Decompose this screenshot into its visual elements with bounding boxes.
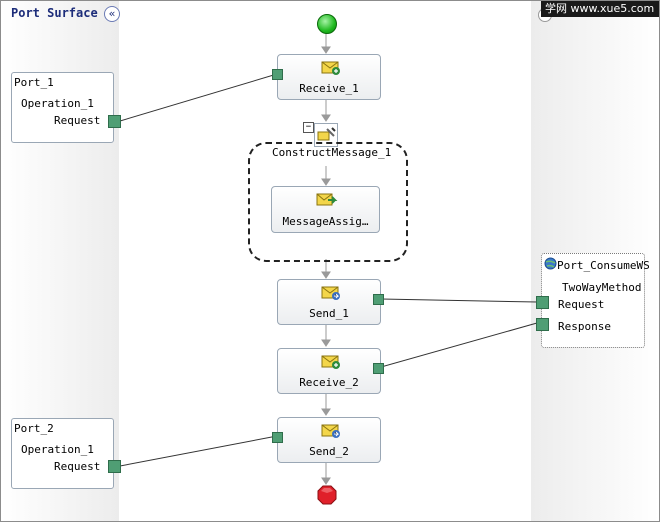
construct-message-label: ConstructMessage_1 bbox=[272, 146, 392, 159]
message-assignment-icon bbox=[316, 193, 338, 206]
receive-envelope-icon bbox=[321, 355, 340, 369]
orchestration-designer: Port Surface « 学网 www.xue5.com Port_1 Op… bbox=[0, 0, 660, 522]
send-2-port-connector[interactable] bbox=[272, 432, 283, 443]
port-binding-line bbox=[380, 322, 538, 368]
receive-1-port-connector[interactable] bbox=[272, 69, 283, 80]
port-2-request-connector[interactable] bbox=[108, 460, 121, 473]
start-shape[interactable] bbox=[317, 14, 337, 34]
port-request: Request bbox=[558, 298, 605, 311]
flow-arrow-head bbox=[321, 114, 331, 122]
receive-1-shape[interactable]: Receive_1 bbox=[277, 54, 381, 100]
send-envelope-icon bbox=[321, 286, 340, 300]
port-operation: Operation_1 bbox=[21, 97, 94, 110]
port-name: Port_1 bbox=[14, 76, 54, 89]
port-binding-line bbox=[119, 435, 278, 467]
port-operation: TwoWayMethod bbox=[562, 281, 642, 294]
port-consumews-response-connector[interactable] bbox=[536, 318, 549, 331]
receive-envelope-icon bbox=[321, 61, 340, 75]
port-consumews-request-connector[interactable] bbox=[536, 296, 549, 309]
stop-shape[interactable] bbox=[317, 485, 337, 505]
receive-2-shape[interactable]: Receive_2 bbox=[277, 348, 381, 394]
port-binding-line bbox=[380, 298, 538, 303]
send-envelope-icon bbox=[321, 424, 340, 438]
port-operation: Operation_1 bbox=[21, 443, 94, 456]
port-1-request-connector[interactable] bbox=[108, 115, 121, 128]
send-1-shape[interactable]: Send_1 bbox=[277, 279, 381, 325]
send-1-port-connector[interactable] bbox=[373, 294, 384, 305]
port-binding-line bbox=[119, 73, 278, 122]
shape-label: Receive_2 bbox=[299, 376, 359, 389]
receive-2-port-connector[interactable] bbox=[373, 363, 384, 374]
port-message: Request bbox=[54, 460, 101, 473]
flow-arrow-head bbox=[321, 271, 331, 279]
collapse-minus-icon[interactable]: − bbox=[303, 122, 314, 133]
flow-arrow-head bbox=[321, 408, 331, 416]
port-surface-title: Port Surface bbox=[11, 6, 98, 20]
flow-arrow-head bbox=[321, 477, 331, 485]
send-2-shape[interactable]: Send_2 bbox=[277, 417, 381, 463]
port-response: Response bbox=[558, 320, 611, 333]
double-chevron-left-icon[interactable]: « bbox=[104, 6, 120, 22]
web-port-icon bbox=[544, 257, 557, 270]
port-port-2[interactable]: Port_2 Operation_1 Request bbox=[11, 418, 114, 489]
message-assignment-shape[interactable]: MessageAssig… bbox=[271, 186, 380, 233]
shape-label: MessageAssig… bbox=[282, 215, 369, 228]
flow-arrow-head bbox=[321, 339, 331, 347]
watermark: 学网 www.xue5.com bbox=[541, 1, 659, 17]
port-name: Port_ConsumeWS bbox=[557, 259, 650, 272]
shape-label: Receive_1 bbox=[299, 82, 359, 95]
shape-label: Send_1 bbox=[309, 307, 349, 320]
shape-label: Send_2 bbox=[309, 445, 349, 458]
flow-arrow-head bbox=[321, 46, 331, 54]
port-consumews[interactable]: Port_ConsumeWS TwoWayMethod Request Resp… bbox=[541, 253, 650, 348]
port-port-1[interactable]: Port_1 Operation_1 Request bbox=[11, 72, 114, 143]
port-message: Request bbox=[54, 114, 101, 127]
port-name: Port_2 bbox=[14, 422, 54, 435]
